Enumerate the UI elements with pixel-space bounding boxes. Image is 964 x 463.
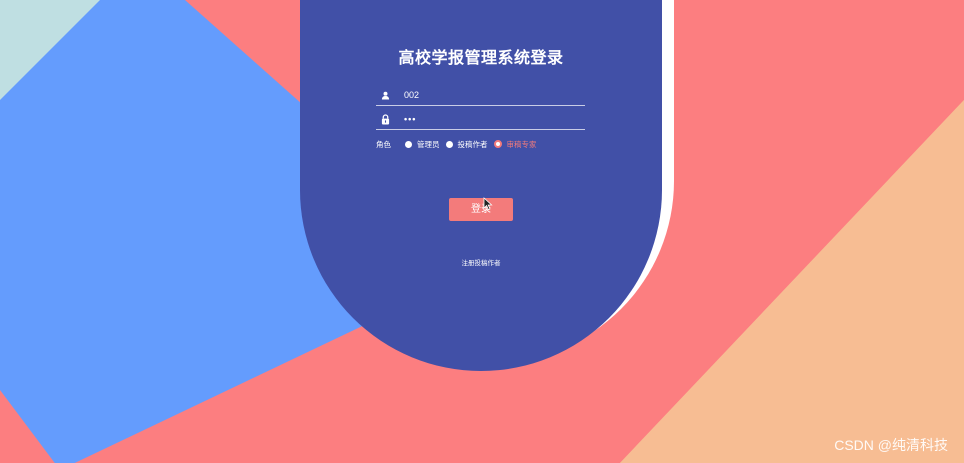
login-button[interactable]: 登录 bbox=[449, 198, 513, 221]
role-selector: 角色 管理员 投稿作者 审稿专家 bbox=[376, 138, 543, 150]
lock-icon bbox=[376, 111, 394, 127]
username-value[interactable]: 002 bbox=[404, 90, 419, 100]
login-page: 高校学报管理系统登录 002 ••• 角色 管理员 投稿作者 审稿专家 登录 注… bbox=[0, 0, 964, 463]
role-option-label: 审稿专家 bbox=[506, 139, 537, 149]
login-card: 高校学报管理系统登录 002 ••• 角色 管理员 投稿作者 审稿专家 登录 注… bbox=[300, 0, 662, 371]
username-field[interactable]: 002 bbox=[376, 85, 585, 106]
page-title: 高校学报管理系统登录 bbox=[398, 48, 564, 67]
mouse-cursor-icon bbox=[483, 197, 493, 211]
user-icon bbox=[376, 87, 394, 103]
role-option-label: 管理员 bbox=[417, 139, 440, 149]
radio-icon[interactable] bbox=[445, 140, 453, 148]
role-option-admin[interactable]: 管理员 bbox=[405, 139, 440, 150]
password-field[interactable]: ••• bbox=[376, 109, 585, 130]
watermark: CSDN @纯清科技 bbox=[834, 437, 948, 453]
role-label: 角色 bbox=[376, 139, 391, 149]
role-option-reviewer[interactable]: 审稿专家 bbox=[493, 139, 537, 150]
role-option-label: 投稿作者 bbox=[457, 139, 488, 149]
register-author-link[interactable]: 注册投稿作者 bbox=[300, 257, 662, 267]
radio-selected-icon[interactable] bbox=[493, 140, 502, 148]
password-value[interactable]: ••• bbox=[404, 114, 416, 124]
role-option-author[interactable]: 投稿作者 bbox=[445, 139, 488, 150]
radio-icon[interactable] bbox=[405, 140, 412, 148]
